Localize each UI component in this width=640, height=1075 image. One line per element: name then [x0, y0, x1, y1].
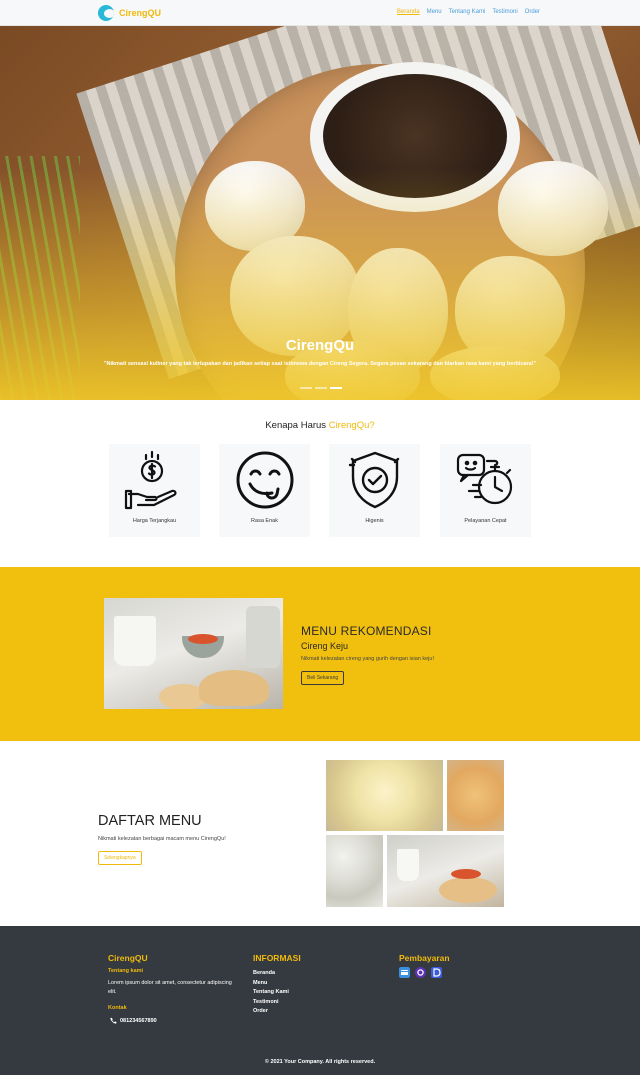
why-title-accent: CirengQu?: [328, 420, 375, 431]
footer-info-title: INFORMASI: [253, 953, 301, 963]
nav-link-tentang-kami[interactable]: Tentang Kami: [449, 9, 486, 15]
money-hand-icon: [124, 450, 177, 510]
hero-title: CirengQu: [285, 337, 355, 354]
footer-link-testimoni[interactable]: Testimoni: [253, 998, 289, 1008]
nav-links: Beranda Menu Tentang Kami Testimoni Orde…: [397, 9, 540, 15]
footer-contact-title: Kontak: [108, 1005, 127, 1011]
feature-label: Pelayanan Cepat: [464, 518, 507, 524]
recommendation-description: Nikmati kelezatan cireng yang gurih deng…: [301, 656, 434, 662]
navbar: CirengQU Beranda Menu Tentang Kami Testi…: [0, 0, 640, 26]
footer-info-links: Beranda Menu Tentang Kami Testimoni Orde…: [253, 969, 289, 1017]
ovo-icon[interactable]: [415, 967, 426, 978]
phone-icon: [110, 1017, 117, 1024]
carousel-indicator[interactable]: [315, 387, 327, 389]
fast-service-icon: [456, 453, 513, 505]
shield-check-icon: [348, 451, 400, 509]
menu-gallery-image: [387, 835, 504, 907]
buy-now-button[interactable]: Beli Sekarang: [301, 671, 345, 685]
brand[interactable]: CirengQU: [98, 5, 161, 21]
feature-label: Higenis: [365, 518, 384, 524]
footer-brand: CirengQU: [108, 953, 148, 963]
copyright: © 2021 Your Company. All rights reserved…: [264, 1059, 376, 1065]
footer-phone-number: 081234567890: [120, 1017, 157, 1024]
payment-icons: [399, 967, 442, 978]
bank-card-icon[interactable]: [399, 967, 410, 978]
nav-link-testimoni[interactable]: Testimoni: [492, 9, 517, 15]
footer-phone[interactable]: 081234567890: [110, 1017, 157, 1024]
feature-label: Harga Terjangkau: [132, 518, 177, 524]
footer-link-beranda[interactable]: Beranda: [253, 969, 289, 979]
hero-subtitle: "Nikmati sensasi kuliner yang tak terlup…: [103, 361, 537, 367]
feature-card-rasa: Rasa Enak: [219, 444, 310, 537]
hero-carousel[interactable]: CirengQu "Nikmati sensasi kuliner yang t…: [0, 26, 640, 400]
dana-icon[interactable]: [431, 967, 442, 978]
footer-link-order[interactable]: Order: [253, 1007, 289, 1017]
menu-description: Nikmati kelezatan berbagai macam menu Ci…: [98, 836, 226, 842]
menu-gallery-image: [326, 760, 443, 831]
menu-heading: DAFTAR MENU: [98, 813, 202, 829]
footer-link-menu[interactable]: Menu: [253, 979, 289, 989]
nav-link-menu[interactable]: Menu: [427, 9, 442, 15]
nav-link-beranda[interactable]: Beranda: [397, 9, 420, 15]
carousel-indicator[interactable]: [300, 387, 312, 389]
why-title-prefix: Kenapa Harus: [265, 420, 327, 431]
carousel-indicator-active[interactable]: [330, 387, 342, 389]
footer-about-title: Tentang kami: [108, 968, 144, 974]
feature-card-pelayanan: Pelayanan Cepat: [440, 444, 531, 537]
feature-card-harga: Harga Terjangkau: [109, 444, 200, 537]
recommendation-section: MENU REKOMENDASI Cireng Keju Nikmati kel…: [0, 567, 640, 741]
footer: CirengQU Tentang kami Lorem ipsum dolor …: [0, 926, 640, 1075]
feature-card-higenis: Higenis: [329, 444, 420, 537]
nav-link-order[interactable]: Order: [525, 9, 540, 15]
footer-about-text: Lorem ipsum dolor sit amet, consectetur …: [108, 980, 232, 995]
recommendation-name: Cireng Keju: [301, 641, 349, 651]
menu-gallery-image: [447, 760, 504, 831]
tasty-face-icon: [236, 451, 294, 509]
why-section-title: Kenapa Harus CirengQu?: [0, 420, 640, 431]
brand-logo-icon: [98, 5, 114, 21]
feature-label: Rasa Enak: [251, 518, 278, 524]
carousel-indicators: [300, 387, 342, 389]
recommendation-heading: MENU REKOMENDASI: [301, 624, 432, 638]
footer-payment-title: Pembayaran: [399, 953, 450, 963]
recommendation-image: [104, 598, 283, 709]
see-more-button[interactable]: Selengkapnya: [98, 851, 142, 865]
footer-link-tentang-kami[interactable]: Tentang Kami: [253, 988, 289, 998]
brand-name: CirengQU: [119, 8, 162, 18]
menu-gallery-image: [326, 835, 383, 907]
